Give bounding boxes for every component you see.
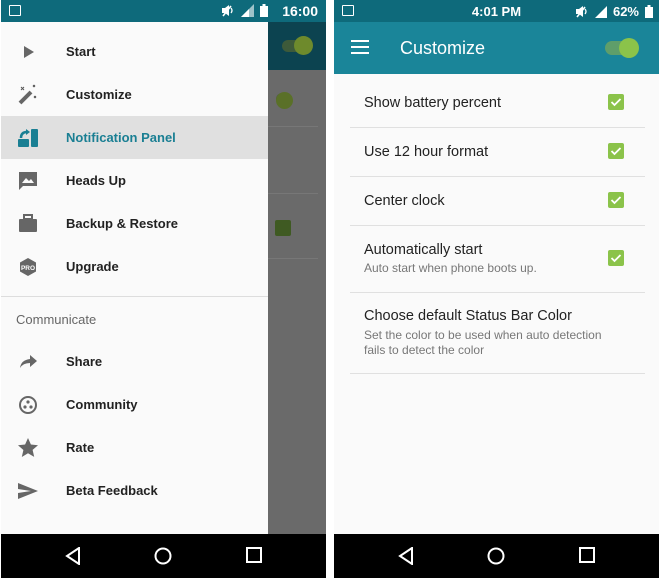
drawer-item-beta-feedback[interactable]: Beta Feedback: [1, 469, 268, 512]
back-button[interactable]: [65, 547, 81, 565]
recents-button[interactable]: [246, 547, 262, 563]
back-button[interactable]: [398, 547, 414, 565]
drawer-item-notification-panel[interactable]: Notification Panel: [1, 116, 268, 159]
left-phone-screen: 16:00 Start Customize Notification Panel…: [1, 0, 326, 578]
drawer-item-backup-restore[interactable]: Backup & Restore: [1, 202, 268, 245]
navigation-drawer: Start Customize Notification Panel Heads…: [1, 22, 268, 534]
setting-center-clock[interactable]: Center clock: [350, 177, 645, 226]
setting-show-battery-percent[interactable]: Show battery percent: [350, 80, 645, 128]
send-icon: [17, 480, 39, 502]
image-message-icon: [17, 170, 39, 192]
drawer-section-header: Communicate: [16, 312, 97, 327]
page-title: Customize: [400, 38, 486, 58]
drawer-item-rate[interactable]: Rate: [1, 426, 268, 469]
pro-badge-icon: PRO: [17, 256, 39, 278]
gallery-notification-icon: [9, 5, 21, 16]
battery-percent: 62%: [612, 4, 639, 19]
checkbox[interactable]: [608, 94, 624, 110]
checkbox[interactable]: [608, 143, 624, 159]
community-icon: [17, 394, 39, 416]
drawer-divider: [1, 296, 268, 297]
system-nav-bar: [334, 534, 659, 578]
drawer-scrim[interactable]: [268, 22, 326, 534]
recents-button[interactable]: [579, 547, 595, 563]
checkbox[interactable]: [608, 250, 624, 266]
setting-automatically-start[interactable]: Automatically start Auto start when phon…: [350, 226, 645, 293]
app-toolbar: Customize: [334, 22, 659, 74]
drawer-item-customize[interactable]: Customize: [1, 73, 268, 116]
share-icon: [17, 351, 39, 373]
svg-text:PRO: PRO: [21, 265, 35, 272]
notification-panel-icon: [17, 127, 39, 149]
drawer-item-upgrade[interactable]: PRO Upgrade: [1, 245, 268, 288]
status-bar: 16:00: [1, 0, 326, 22]
signal-icon: [241, 4, 254, 17]
star-icon: [17, 437, 39, 459]
hamburger-menu-icon[interactable]: [351, 40, 369, 54]
magic-wand-icon: [17, 84, 39, 106]
battery-icon: [260, 4, 268, 17]
drawer-item-community[interactable]: Community: [1, 383, 268, 426]
mute-icon: [575, 6, 587, 18]
setting-12-hour-format[interactable]: Use 12 hour format: [350, 128, 645, 177]
status-bar: 4:01 PM 62%: [334, 0, 659, 22]
home-button[interactable]: [154, 547, 172, 565]
setting-status-bar-color[interactable]: Choose default Status Bar Color Set the …: [350, 293, 645, 374]
mute-icon: [222, 5, 233, 17]
home-button[interactable]: [487, 547, 505, 565]
status-time: 16:00: [282, 3, 318, 19]
briefcase-icon: [17, 213, 39, 235]
checkbox[interactable]: [608, 192, 624, 208]
drawer-item-heads-up[interactable]: Heads Up: [1, 159, 268, 202]
play-icon: [17, 41, 39, 63]
drawer-item-start[interactable]: Start: [1, 30, 268, 73]
drawer-item-share[interactable]: Share: [1, 340, 268, 383]
right-phone-screen: 4:01 PM 62% Customize Show battery perce…: [334, 0, 659, 578]
system-nav-bar: [1, 534, 326, 578]
master-toggle[interactable]: [605, 38, 639, 58]
battery-icon: [645, 5, 653, 18]
signal-icon: [594, 5, 607, 18]
